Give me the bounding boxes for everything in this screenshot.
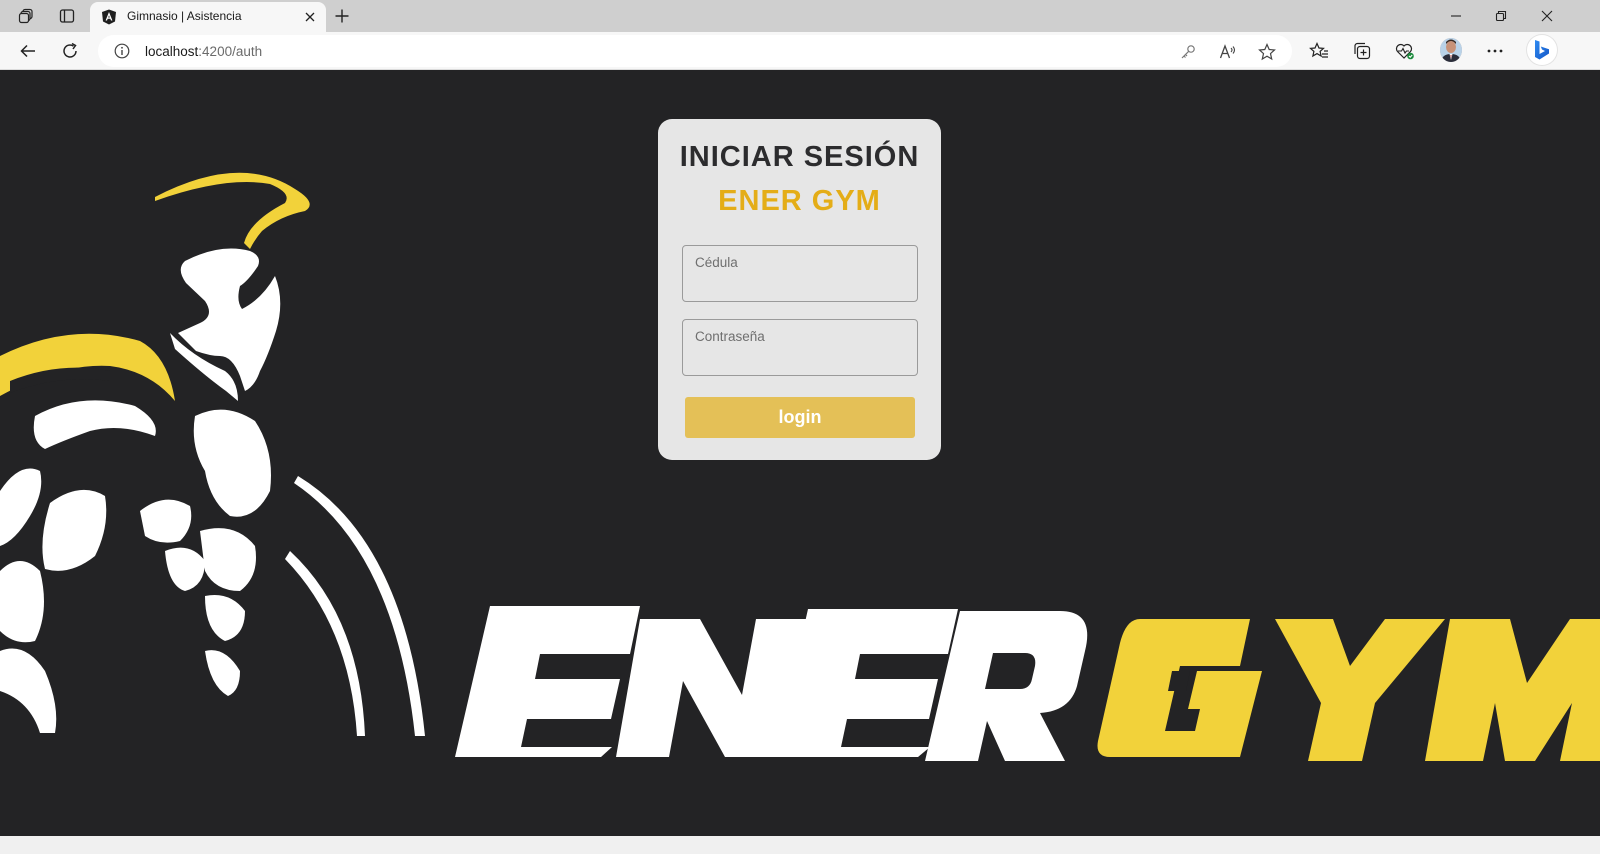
more-icon[interactable] — [1483, 39, 1507, 63]
browser-toolbar: localhost:4200/auth — [0, 32, 1600, 70]
minimize-icon[interactable] — [1443, 4, 1469, 28]
login-button[interactable]: login — [685, 397, 915, 438]
refresh-icon[interactable] — [56, 38, 84, 64]
back-arrow-icon[interactable] — [14, 38, 42, 64]
password-input[interactable] — [694, 348, 906, 370]
address-bar[interactable]: localhost:4200/auth — [98, 35, 1292, 67]
url-path: :4200/auth — [198, 44, 263, 59]
login-title: INICIAR SESIÓN — [679, 141, 920, 173]
cedula-input[interactable] — [694, 274, 906, 296]
close-window-icon[interactable] — [1534, 4, 1560, 28]
tab-bar: Gimnasio | Asistencia — [0, 0, 1600, 32]
browser-essentials-icon[interactable] — [1393, 39, 1417, 63]
cedula-field[interactable]: Cédula — [682, 245, 918, 302]
tab-actions-icon[interactable] — [54, 4, 80, 28]
read-aloud-icon[interactable] — [1218, 42, 1238, 62]
url-text[interactable]: localhost:4200/auth — [145, 44, 262, 59]
tab-active[interactable]: Gimnasio | Asistencia — [90, 2, 326, 32]
gym-name: ENER GYM — [718, 185, 881, 217]
plus-icon[interactable] — [330, 4, 354, 28]
spartan-warrior-illustration — [0, 172, 425, 736]
cedula-label: Cédula — [695, 255, 738, 270]
energym-wordmark — [455, 606, 1600, 761]
window-bottom-edge — [0, 836, 1600, 854]
login-page: INICIAR SESIÓN ENER GYM Cédula Contraseñ… — [0, 71, 1600, 836]
bing-icon[interactable] — [1527, 35, 1557, 65]
favorites-icon[interactable] — [1307, 39, 1331, 63]
password-label: Contraseña — [695, 329, 765, 344]
angular-icon — [101, 9, 117, 25]
collections-icon[interactable] — [1350, 39, 1374, 63]
key-icon[interactable] — [1178, 42, 1198, 62]
password-field[interactable]: Contraseña — [682, 319, 918, 376]
avatar[interactable] — [1440, 38, 1462, 62]
login-card: INICIAR SESIÓN ENER GYM Cédula Contraseñ… — [658, 119, 941, 460]
star-icon[interactable] — [1257, 42, 1277, 62]
url-host: localhost — [145, 44, 199, 59]
info-icon[interactable] — [114, 43, 130, 59]
tab-title: Gimnasio | Asistencia — [127, 9, 242, 23]
restore-icon[interactable] — [1488, 4, 1514, 28]
close-icon[interactable] — [301, 8, 319, 26]
workspaces-icon[interactable] — [13, 4, 39, 28]
